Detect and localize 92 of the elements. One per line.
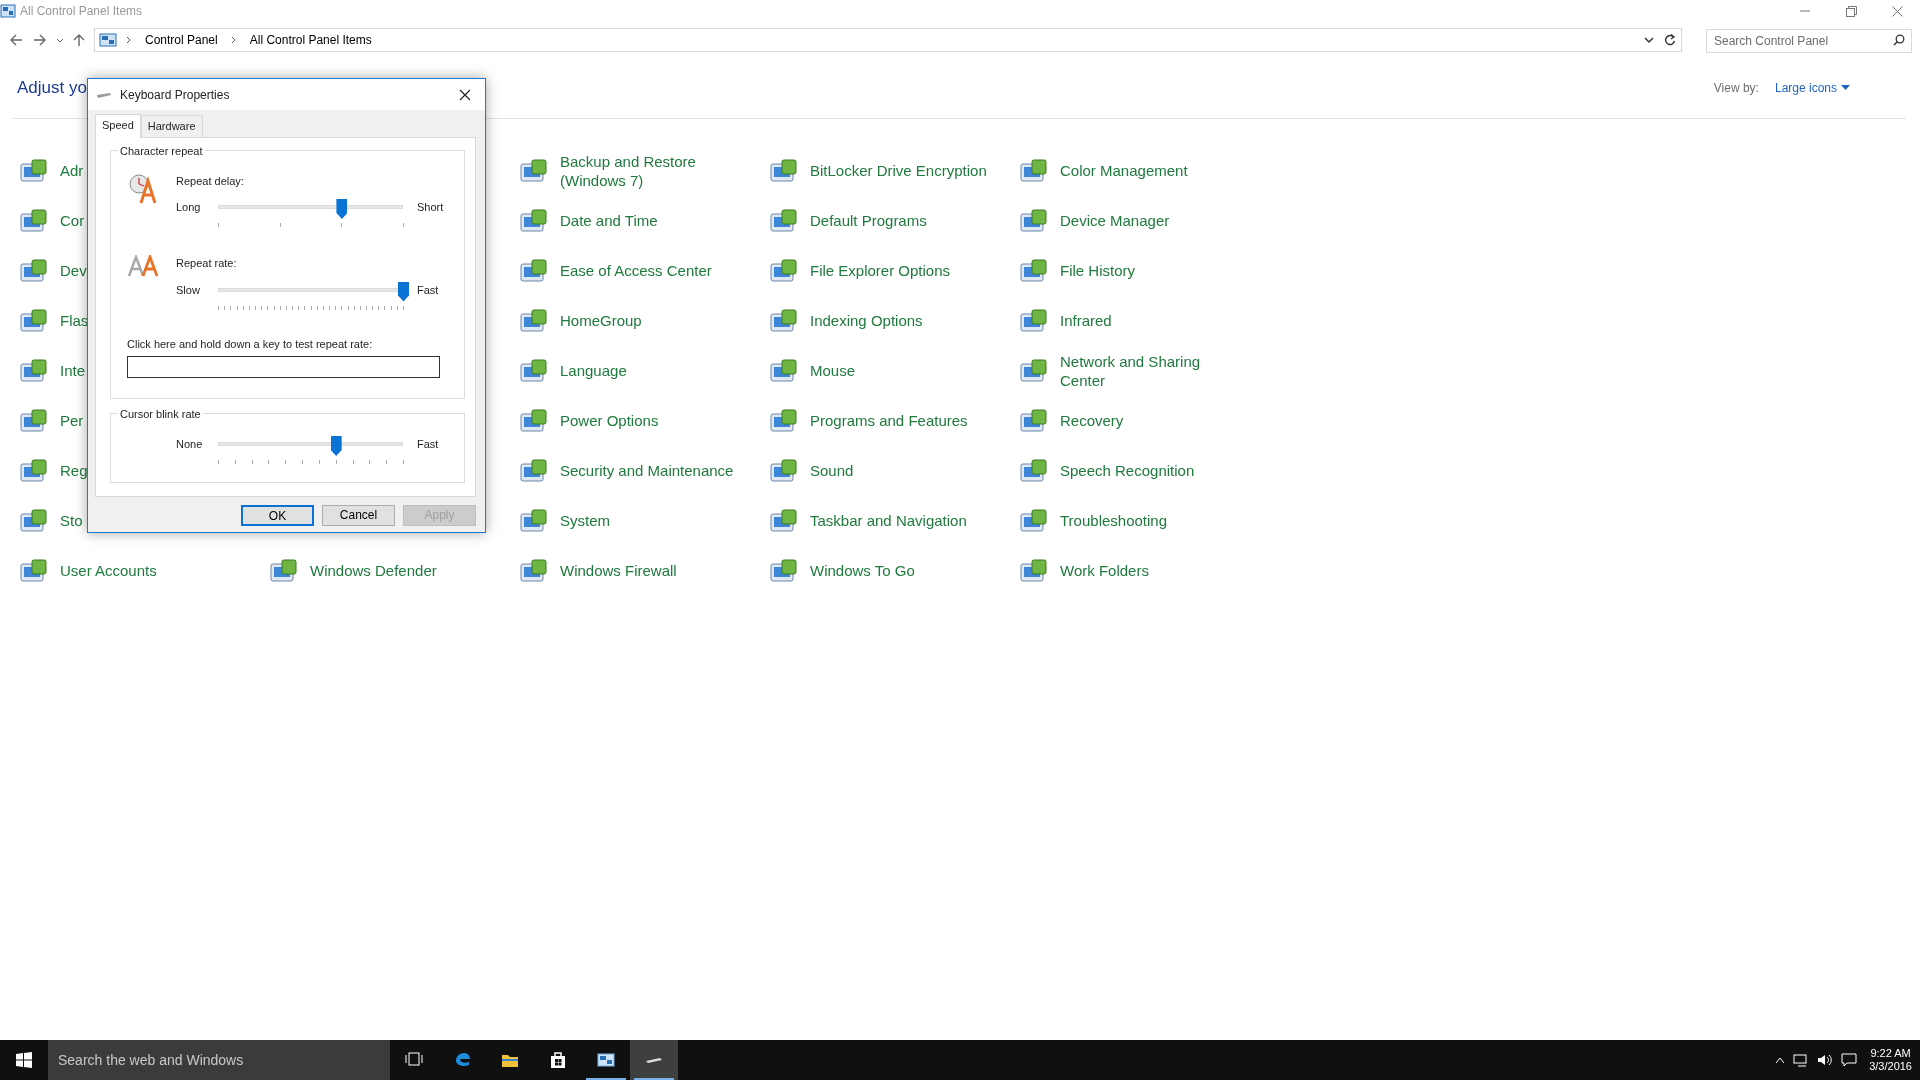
- slider-label: Repeat rate:: [176, 256, 238, 271]
- address-field[interactable]: Control Panel All Control Panel Items: [94, 28, 1682, 52]
- applet-link[interactable]: Infrared: [1060, 311, 1112, 331]
- applet-link[interactable]: Ease of Access Center: [560, 261, 712, 281]
- clock[interactable]: 9:22 AM 3/3/2016: [1869, 1046, 1912, 1074]
- slider-max-label: Short: [417, 200, 444, 215]
- restore-icon: [1845, 5, 1857, 17]
- network-icon[interactable]: [1793, 1053, 1810, 1067]
- shopping-bag-icon: [549, 1051, 567, 1069]
- applet-link[interactable]: Security and Maintenance: [560, 461, 734, 481]
- applet-link[interactable]: Cor: [60, 211, 85, 231]
- applet-link[interactable]: User Accounts: [60, 561, 157, 581]
- applet-link[interactable]: File History: [1060, 261, 1135, 281]
- applet-link[interactable]: Dev: [60, 261, 87, 281]
- chevron-icon: [125, 35, 133, 45]
- applet-link[interactable]: Power Options: [560, 411, 659, 431]
- browser-icon: [453, 1051, 471, 1069]
- slider-max-label: Fast: [417, 282, 439, 298]
- applet-link[interactable]: HomeGroup: [560, 311, 642, 331]
- caret-icon: [1841, 85, 1850, 91]
- dialog-button[interactable]: OK: [241, 504, 314, 526]
- refresh-icon[interactable]: [1663, 33, 1677, 47]
- applet-link[interactable]: Windows To Go: [810, 561, 915, 581]
- applet-link[interactable]: Per: [60, 411, 84, 431]
- task-view-icon: [405, 1051, 423, 1069]
- breadcrumb-link[interactable]: All Control Panel Items: [245, 31, 376, 49]
- back-icon[interactable]: [8, 33, 24, 47]
- minimize-icon: [1800, 10, 1810, 12]
- applet-link[interactable]: Sound: [810, 461, 854, 481]
- windows-logo-icon: [16, 1052, 32, 1068]
- applet-link[interactable]: Mouse: [810, 361, 856, 381]
- test-input-field[interactable]: [127, 356, 440, 378]
- window-title: All Control Panel Items: [20, 3, 143, 20]
- view-by-dropdown[interactable]: Large icons: [1774, 79, 1850, 97]
- keyboard-icon: [646, 1057, 662, 1063]
- taskbar-search-field[interactable]: Search the web and Windows: [48, 1040, 390, 1080]
- page-heading: Adjust yo: [17, 77, 87, 100]
- applet-link[interactable]: Date and Time: [560, 211, 658, 231]
- close-icon: [459, 88, 471, 101]
- applet-link[interactable]: Device Manager: [1060, 211, 1170, 231]
- control-panel-icon: [99, 33, 117, 47]
- tab[interactable]: Hardware: [140, 115, 203, 137]
- applet-link[interactable]: Flas: [60, 311, 89, 331]
- applet-link[interactable]: Work Folders: [1060, 561, 1149, 581]
- slider-thumb[interactable]: [336, 199, 348, 219]
- slider-min-label: Long: [176, 200, 202, 215]
- applet-link[interactable]: Backup and Restore (Windows 7): [560, 151, 740, 191]
- field-label: Click here and hold down a key to test repeat rate:: [127, 336, 374, 352]
- applet-link[interactable]: Language: [560, 361, 627, 381]
- applet-link[interactable]: Adr: [60, 161, 84, 181]
- applet-link[interactable]: Indexing Options: [810, 311, 923, 331]
- applet-link[interactable]: BitLocker Drive Encryption: [810, 161, 987, 181]
- close-icon: [1891, 5, 1903, 17]
- slider-label: Repeat delay:: [176, 173, 245, 189]
- applet-link[interactable]: Speech Recognition: [1060, 461, 1195, 481]
- slider-min-label: None: [176, 437, 204, 452]
- applet-link[interactable]: Troubleshooting: [1060, 511, 1167, 531]
- slider-thumb[interactable]: [330, 436, 342, 456]
- up-icon[interactable]: [72, 33, 86, 47]
- dialog-button[interactable]: Cancel: [322, 504, 395, 526]
- search-icon: [1893, 34, 1905, 46]
- applet-link[interactable]: File Explorer Options: [810, 261, 951, 281]
- dialog-title: Keyboard Properties: [120, 86, 230, 104]
- applet-link[interactable]: Inte: [60, 361, 86, 381]
- clock-letter-icon: [128, 172, 158, 205]
- applet-link[interactable]: Windows Firewall: [560, 561, 677, 581]
- forward-icon[interactable]: [32, 33, 48, 47]
- slider-max-label: Fast: [417, 437, 439, 452]
- control-panel-icon: [597, 1051, 615, 1069]
- applet-link[interactable]: Default Programs: [810, 211, 927, 231]
- chevron-up-icon[interactable]: [1775, 1056, 1786, 1064]
- slider-min-label: Slow: [176, 282, 201, 298]
- applet-link[interactable]: Recovery: [1060, 411, 1124, 431]
- breadcrumb-link[interactable]: Control Panel: [141, 31, 222, 49]
- dropdown-icon[interactable]: [1643, 35, 1655, 45]
- tab[interactable]: Speed: [95, 114, 141, 138]
- applet-link[interactable]: Reg: [60, 461, 88, 481]
- view-by-label: View by:: [1713, 80, 1759, 97]
- applet-link[interactable]: Programs and Features: [810, 411, 968, 431]
- applet-link[interactable]: System: [560, 511, 610, 531]
- applet-link[interactable]: Color Management: [1060, 161, 1188, 181]
- control-panel-icon: [0, 4, 16, 18]
- keyboard-icon: [96, 90, 112, 99]
- applet-link[interactable]: Taskbar and Navigation: [810, 511, 967, 531]
- volume-icon[interactable]: [1817, 1053, 1834, 1067]
- slider-thumb[interactable]: [398, 281, 409, 302]
- applet-link[interactable]: Sto: [60, 511, 83, 531]
- chevron-icon: [229, 35, 238, 45]
- search-field[interactable]: Search Control Panel: [1706, 29, 1912, 53]
- notification-icon[interactable]: [1841, 1053, 1858, 1067]
- applet-link[interactable]: Network and Sharing Center: [1060, 351, 1240, 391]
- applet-link[interactable]: Windows Defender: [310, 561, 437, 581]
